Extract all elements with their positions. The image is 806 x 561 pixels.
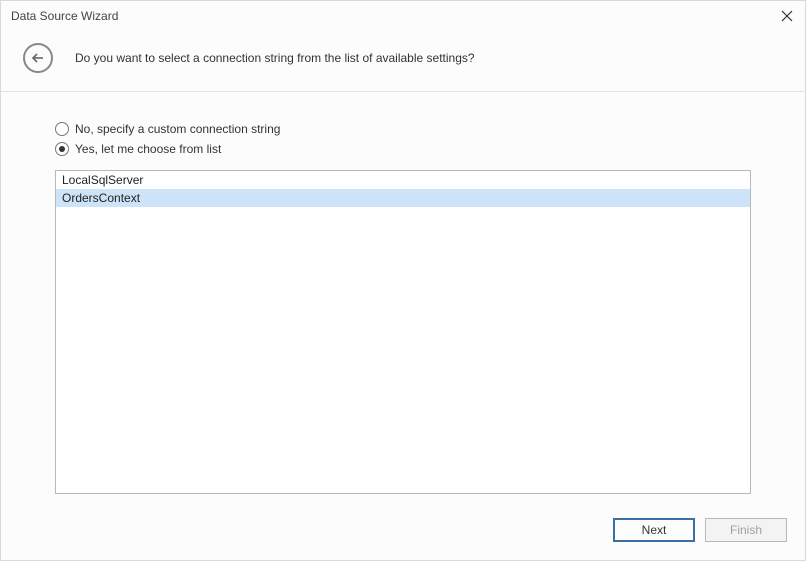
next-button[interactable]: Next	[613, 518, 695, 542]
wizard-content: No, specify a custom connection string Y…	[1, 92, 805, 504]
list-item[interactable]: OrdersContext	[56, 189, 750, 207]
connection-listbox[interactable]: LocalSqlServer OrdersContext	[55, 170, 751, 494]
radio-label: No, specify a custom connection string	[75, 122, 280, 136]
close-icon[interactable]	[779, 8, 795, 24]
finish-button: Finish	[705, 518, 787, 542]
radio-icon	[55, 122, 69, 136]
radio-choose-from-list[interactable]: Yes, let me choose from list	[55, 142, 751, 156]
titlebar: Data Source Wizard	[1, 1, 805, 31]
back-button[interactable]	[23, 43, 53, 73]
wizard-footer: Next Finish	[1, 504, 805, 560]
list-item[interactable]: LocalSqlServer	[56, 171, 750, 189]
wizard-window: Data Source Wizard Do you want to select…	[0, 0, 806, 561]
wizard-header: Do you want to select a connection strin…	[1, 31, 805, 92]
window-title: Data Source Wizard	[11, 9, 118, 23]
radio-icon	[55, 142, 69, 156]
radio-label: Yes, let me choose from list	[75, 142, 221, 156]
radio-custom-connection[interactable]: No, specify a custom connection string	[55, 122, 751, 136]
wizard-question: Do you want to select a connection strin…	[75, 51, 475, 65]
